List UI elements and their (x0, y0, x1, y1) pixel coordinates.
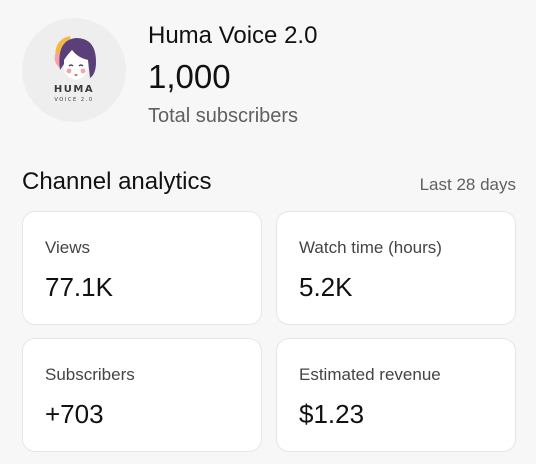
revenue-card[interactable]: Estimated revenue $1.23 (276, 338, 516, 452)
watch-time-card[interactable]: Watch time (hours) 5.2K (276, 211, 516, 325)
avatar-brand-name: HUMA (53, 84, 95, 95)
subscriber-label: Total subscribers (148, 105, 299, 127)
views-value: 77.1K (45, 272, 113, 302)
views-card[interactable]: Views 77.1K (22, 211, 262, 325)
watch-time-value: 5.2K (299, 272, 353, 302)
channel-name[interactable]: Huma Voice 2.0 (148, 22, 317, 50)
channel-header: HUMA VOICE 2.0 Huma Voice 2.0 1,000 Tota… (22, 18, 522, 138)
watch-time-label: Watch time (hours) (299, 238, 442, 257)
revenue-label: Estimated revenue (299, 365, 441, 384)
analytics-title: Channel analytics (22, 168, 212, 195)
subscribers-card[interactable]: Subscribers +703 (22, 338, 262, 452)
revenue-value: $1.23 (299, 399, 365, 429)
avatar-brand-subtitle: VOICE 2.0 (54, 97, 94, 103)
analytics-period: Last 28 days (419, 175, 516, 194)
huma-logo-icon (54, 36, 96, 80)
subscriber-count: 1,000 (148, 58, 231, 95)
subscribers-value: +703 (45, 399, 104, 429)
views-label: Views (45, 238, 91, 257)
channel-avatar[interactable]: HUMA VOICE 2.0 (22, 18, 126, 122)
subscribers-label: Subscribers (45, 365, 135, 384)
